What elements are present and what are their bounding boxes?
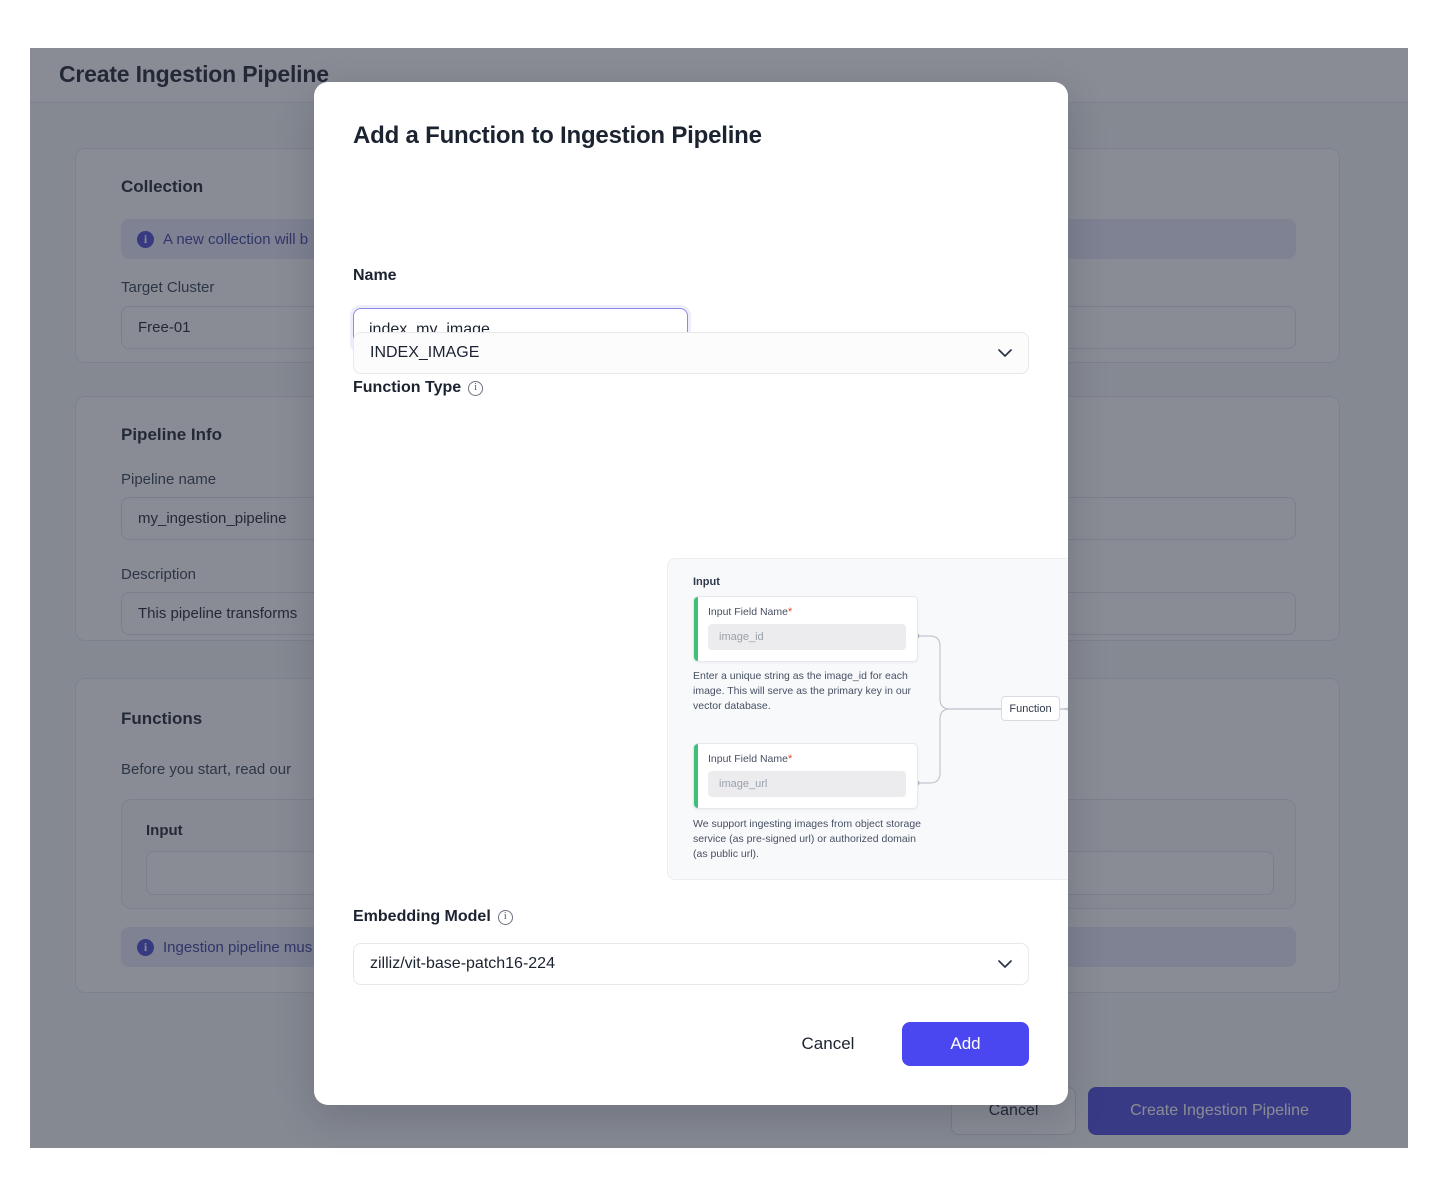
- function-type-value: INDEX_IMAGE: [370, 344, 480, 361]
- functions-notice-text: Ingestion pipeline mus: [163, 938, 313, 956]
- modal-title: Add a Function to Ingestion Pipeline: [353, 122, 762, 149]
- function-diagram: Input Output Input Field Name* image_id …: [667, 558, 1068, 880]
- name-label-text: Name: [353, 267, 397, 284]
- embedding-model-label-text: Embedding Model: [353, 908, 491, 925]
- input-note-1: Enter a unique string as the image_id fo…: [693, 670, 912, 713]
- functions-section-title: Functions: [121, 709, 203, 728]
- chevron-down-icon: [998, 349, 1012, 357]
- embedding-model-label: Embedding Model i: [353, 908, 513, 926]
- page-title: Create Ingestion Pipeline: [59, 61, 329, 87]
- required-marker: *: [787, 606, 793, 618]
- info-icon: i: [137, 938, 154, 956]
- embedding-model-value: zilliz/vit-base-patch16-224: [370, 955, 555, 972]
- label-text: Input Field Name: [708, 753, 788, 765]
- function-type-label-text: Function Type: [353, 379, 462, 396]
- pipeline-info-section-title: Pipeline Info: [121, 425, 223, 444]
- embedding-model-select[interactable]: zilliz/vit-base-patch16-224: [353, 943, 1029, 985]
- screen-root: Create Ingestion Pipeline Collection i A…: [0, 0, 1437, 1197]
- info-icon: i: [137, 230, 154, 248]
- description-label: Description: [121, 566, 197, 583]
- create-ingestion-pipeline-button[interactable]: Create Ingestion Pipeline: [1088, 1087, 1351, 1135]
- function-type-label: Function Type i: [353, 379, 484, 397]
- info-icon[interactable]: i: [497, 909, 513, 925]
- label-text: Input Field Name: [708, 606, 788, 618]
- function-node: Function: [1001, 696, 1060, 721]
- input-note-2: We support ingesting images from object …: [693, 818, 922, 861]
- function-type-select[interactable]: INDEX_IMAGE: [353, 332, 1029, 374]
- add-function-modal: Add a Function to Ingestion Pipeline Nam…: [314, 82, 1068, 1105]
- node-accent-bar: [694, 744, 698, 808]
- name-label: Name: [353, 267, 397, 285]
- modal-cancel-button[interactable]: Cancel: [768, 1022, 888, 1066]
- diagram-input-node-1: Input Field Name* image_id: [693, 596, 918, 662]
- input-field-name-label-1: Input Field Name*: [708, 606, 906, 618]
- functions-helper-text: Before you start, read our: [121, 761, 292, 778]
- chevron-down-icon: [998, 960, 1012, 968]
- input-field-1[interactable]: image_id: [708, 624, 906, 650]
- modal-add-button[interactable]: Add: [902, 1022, 1029, 1066]
- diagram-input-heading: Input: [693, 576, 720, 588]
- input-field-2[interactable]: image_url: [708, 771, 906, 797]
- pipeline-name-label: Pipeline name: [121, 471, 217, 488]
- input-field-name-label-2: Input Field Name*: [708, 753, 906, 765]
- function-input-label: Input: [146, 822, 183, 839]
- info-icon[interactable]: i: [468, 380, 484, 396]
- collection-notice-text: A new collection will b: [163, 230, 309, 248]
- required-marker: *: [787, 753, 793, 765]
- target-cluster-label: Target Cluster: [121, 279, 215, 296]
- collection-section-title: Collection: [121, 177, 204, 196]
- diagram-input-node-2: Input Field Name* image_url: [693, 743, 918, 809]
- node-accent-bar: [694, 597, 698, 661]
